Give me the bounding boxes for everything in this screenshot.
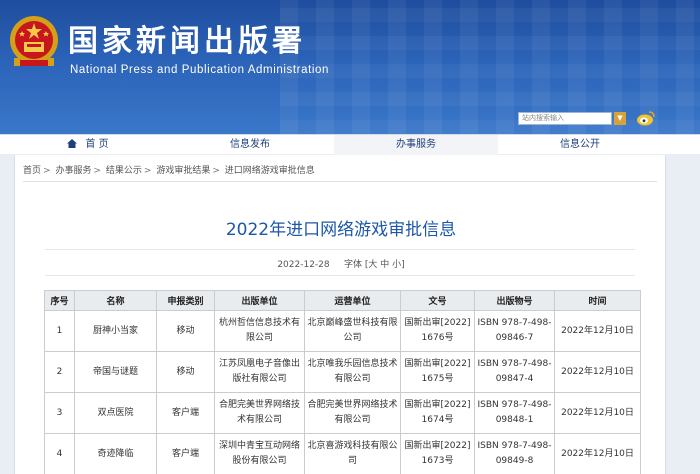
search-submit-button[interactable]: ▼ (614, 112, 626, 125)
table-cell: 双点医院 (74, 392, 157, 434)
column-header: 运营单位 (304, 290, 401, 311)
column-header: 文号 (400, 290, 475, 311)
table-cell: 江苏凤凰电子音像出版社有限公司 (214, 351, 305, 393)
table-header-row: 序号 名称 申报类别 出版单位 运营单位 文号 出版物号 时间 (44, 290, 641, 311)
nav-service[interactable]: 办事服务 (334, 135, 498, 155)
national-emblem-icon[interactable] (8, 14, 60, 70)
table-row: 2 帝国与谜题 移动 江苏凤凰电子音像出版社有限公司 北京唯我乐园信息技术有限公… (44, 351, 641, 393)
table-cell: 北京唯我乐园信息技术有限公司 (304, 351, 401, 393)
approval-table: 序号 名称 申报类别 出版单位 运营单位 文号 出版物号 时间 1 厨神小当家 … (44, 290, 641, 474)
weibo-icon[interactable] (636, 110, 656, 126)
table-cell: 北京巅峰盛世科技有限公司 (304, 310, 401, 352)
meta-divider (45, 275, 635, 276)
font-size-large[interactable]: 大 (368, 260, 377, 270)
breadcrumb-home[interactable]: 首页 (23, 166, 41, 176)
column-header: 名称 (74, 290, 157, 311)
content-panel: 首页 > 办事服务 > 结果公示 > 游戏审批结果 > 进口网络游戏审批信息 2022年… (14, 155, 666, 474)
table-cell: 国新出审[2022]1674号 (400, 392, 475, 434)
table-cell: 2 (44, 351, 75, 393)
table-cell: 客户端 (156, 433, 215, 474)
column-header: 时间 (554, 290, 641, 311)
site-subtitle: National Press and Publication Administr… (70, 64, 330, 76)
table-cell: 帝国与谜题 (74, 351, 157, 393)
table-cell: 3 (44, 392, 75, 434)
table-row: 4 奇迹降临 客户端 深圳中青宝互动网络股份有限公司 北京喜游戏科技有限公司 国… (44, 433, 641, 474)
table-cell: 移动 (156, 351, 215, 393)
table-row: 3 双点医院 客户端 合肥完美世界网络技术有限公司 合肥完美世界网络技术有限公司… (44, 392, 641, 434)
title-divider (45, 249, 635, 250)
table-cell: 2022年12月10日 (554, 392, 641, 434)
table-cell: 国新出审[2022]1675号 (400, 351, 475, 393)
search-input[interactable]: 站内搜索输入 (518, 112, 612, 125)
table-cell: 移动 (156, 310, 215, 352)
table-cell: 2022年12月10日 (554, 351, 641, 393)
font-size-small[interactable]: 小 (392, 260, 401, 270)
table-cell: 2022年12月10日 (554, 433, 641, 474)
nav-public[interactable]: 信息公开 (520, 135, 640, 155)
table-cell: 国新出审[2022]1673号 (400, 433, 475, 474)
table-cell: ISBN 978-7-498-09847-4 (474, 351, 555, 393)
table-cell: 2022年12月10日 (554, 310, 641, 352)
breadcrumb-service[interactable]: 办事服务 (55, 166, 91, 176)
article-title: 2022年进口网络游戏审批信息 (225, 220, 457, 240)
table-cell: 厨神小当家 (74, 310, 157, 352)
table-cell: 杭州哲信信息技术有限公司 (214, 310, 305, 352)
font-size-label: 字体 (343, 260, 362, 270)
breadcrumb-current[interactable]: 进口网络游戏审批信息 (225, 166, 315, 176)
column-header: 出版物号 (474, 290, 555, 311)
font-size-medium[interactable]: 中 (380, 260, 389, 270)
table-cell: 客户端 (156, 392, 215, 434)
column-header: 出版单位 (214, 290, 305, 311)
table-cell: ISBN 978-7-498-09849-8 (474, 433, 555, 474)
nav-news[interactable]: 信息发布 (200, 135, 300, 155)
table-cell: 1 (44, 310, 75, 352)
article-meta: 2022-12-28 字体 [大 中 小] (277, 260, 405, 270)
column-header: 申报类别 (156, 290, 215, 311)
breadcrumb-results[interactable]: 结果公示 (106, 166, 142, 176)
nav-home-label: 首 页 (85, 139, 109, 150)
column-header: 序号 (44, 290, 75, 311)
table-cell: 合肥完美世界网络技术有限公司 (214, 392, 305, 434)
table-cell: 4 (44, 433, 75, 474)
main-nav: 首 页 信息发布 办事服务 信息公开 (0, 134, 700, 155)
table-cell: ISBN 978-7-498-09846-7 (474, 310, 555, 352)
breadcrumb-game-results[interactable]: 游戏审批结果 (156, 166, 210, 176)
table-cell: 国新出审[2022]1676号 (400, 310, 475, 352)
site-header: 国家新闻出版署 National Press and Publication A… (0, 0, 700, 134)
home-icon (67, 139, 78, 148)
table-cell: 合肥完美世界网络技术有限公司 (304, 392, 401, 434)
publish-date: 2022-12-28 (277, 260, 330, 270)
breadcrumb-divider (23, 181, 657, 182)
table-cell: 北京喜游戏科技有限公司 (304, 433, 401, 474)
breadcrumb: 首页 > 办事服务 > 结果公示 > 游戏审批结果 > 进口网络游戏审批信息 (23, 166, 315, 176)
table-cell: 奇迹降临 (74, 433, 157, 474)
nav-home[interactable]: 首 页 (58, 135, 118, 155)
site-title[interactable]: 国家新闻出版署 (68, 16, 306, 60)
table-cell: 深圳中青宝互动网络股份有限公司 (214, 433, 305, 474)
table-cell: ISBN 978-7-498-09848-1 (474, 392, 555, 434)
table-row: 1 厨神小当家 移动 杭州哲信信息技术有限公司 北京巅峰盛世科技有限公司 国新出… (44, 310, 641, 352)
